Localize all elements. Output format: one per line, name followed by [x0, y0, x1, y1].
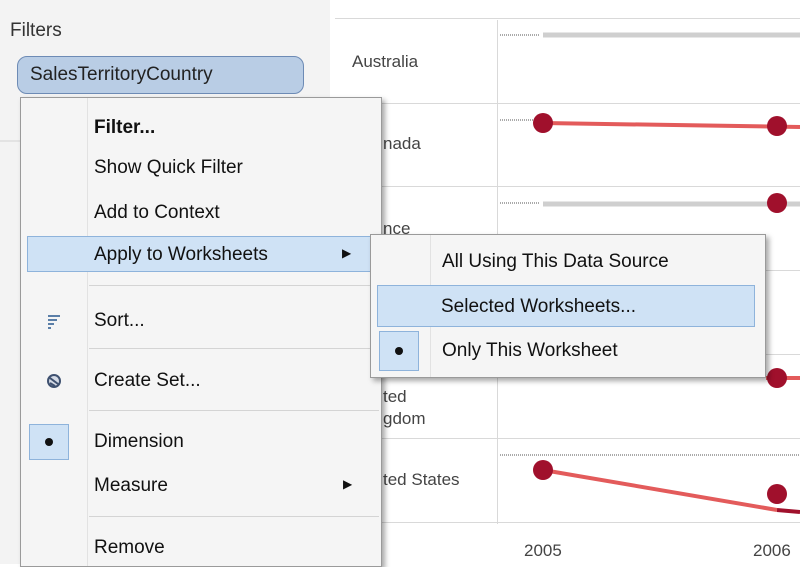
menu-item-label: Apply to Worksheets [94, 244, 268, 265]
menu-item-sort[interactable]: Sort... [21, 303, 381, 339]
set-icon [47, 374, 61, 388]
menu-item-label: Show Quick Filter [94, 157, 243, 178]
menu-item-apply-to-worksheets[interactable]: Apply to Worksheets ▶ [27, 236, 379, 272]
menu-separator [89, 285, 379, 286]
menu-item-label: Add to Context [94, 202, 220, 223]
menu-item-label: Sort... [94, 310, 145, 331]
dimension-check-indicator [29, 424, 69, 460]
menu-item-label: Measure [94, 475, 168, 496]
radio-dot-icon [395, 347, 403, 355]
submenu-item-label: All Using This Data Source [442, 251, 669, 272]
apply-to-worksheets-submenu: All Using This Data Source Selected Work… [370, 234, 766, 378]
menu-item-label: Create Set... [94, 370, 201, 391]
menu-separator [89, 516, 379, 517]
menu-item-label: Filter... [94, 117, 156, 138]
submenu-arrow-icon: ▶ [343, 477, 353, 491]
submenu-item-all-using-data-source[interactable]: All Using This Data Source [373, 241, 763, 283]
radio-dot-icon [45, 438, 53, 446]
menu-item-add-to-context[interactable]: Add to Context [21, 195, 381, 231]
only-this-worksheet-check-indicator [379, 331, 419, 371]
submenu-arrow-icon: ▶ [342, 246, 352, 260]
submenu-item-label: Selected Worksheets... [441, 296, 637, 317]
sort-icon [48, 315, 60, 329]
submenu-item-label: Only This Worksheet [442, 340, 618, 361]
menu-item-label: Remove [94, 537, 165, 558]
menu-item-filter[interactable]: Filter... [21, 110, 381, 146]
menu-item-label: Dimension [94, 431, 184, 452]
submenu-item-selected-worksheets[interactable]: Selected Worksheets... [377, 285, 755, 327]
menu-item-remove[interactable]: Remove [21, 530, 381, 566]
submenu-item-only-this-worksheet[interactable]: Only This Worksheet [373, 330, 763, 372]
menu-item-create-set[interactable]: Create Set... [21, 363, 381, 399]
menu-separator [89, 348, 379, 349]
menu-separator [89, 410, 379, 411]
context-menu: Filter... Show Quick Filter Add to Conte… [20, 97, 382, 567]
menu-item-dimension[interactable]: Dimension [21, 424, 381, 460]
menu-item-measure[interactable]: Measure ▶ [21, 468, 381, 504]
menu-item-show-quick-filter[interactable]: Show Quick Filter [21, 150, 381, 186]
